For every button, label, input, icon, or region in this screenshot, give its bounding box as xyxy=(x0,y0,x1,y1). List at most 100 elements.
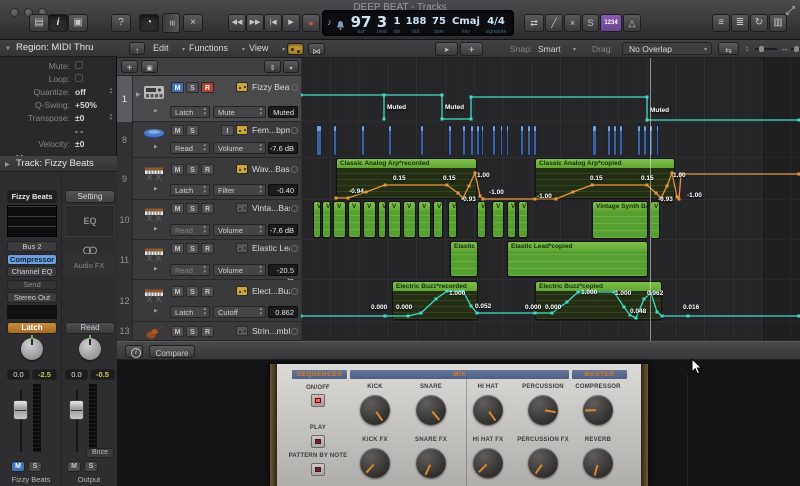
automation-mode-select[interactable]: Latch ▴ ▾ xyxy=(170,106,210,118)
midi-region[interactable]: Elastic Lead*copied xyxy=(507,241,648,277)
stop-button[interactable]: |◀ xyxy=(264,14,282,32)
audio-region-slice[interactable] xyxy=(619,125,623,156)
editors-button[interactable]: × xyxy=(183,14,203,32)
count-in-button[interactable]: 1234 xyxy=(600,14,622,32)
knob-compressor[interactable] xyxy=(583,395,613,425)
lane-disclosure-icon[interactable]: ▶ xyxy=(154,108,162,116)
stepper-icon[interactable]: ▴ ▾ xyxy=(108,113,114,123)
setting-button[interactable]: Setting xyxy=(65,190,115,203)
insert-slot-channel-eq[interactable]: Channel EQ xyxy=(7,266,57,277)
audio-region-slice[interactable] xyxy=(448,125,452,156)
automation-param-select[interactable]: Volume ▴ ▾ xyxy=(213,264,266,276)
pan-knob-track[interactable] xyxy=(21,335,43,360)
lane-disclosure-icon[interactable]: ▶ xyxy=(154,266,162,274)
info-button[interactable]: i xyxy=(125,345,143,358)
knob-reverb[interactable] xyxy=(583,448,613,478)
audio-region-slice[interactable] xyxy=(316,125,322,156)
mute-button[interactable]: M xyxy=(171,286,184,297)
metronome-button[interactable]: △ xyxy=(623,14,641,32)
track-on-indicator[interactable] xyxy=(291,245,298,252)
knob-kick[interactable] xyxy=(360,395,390,425)
play-button[interactable] xyxy=(311,435,325,448)
lane-disclosure-icon[interactable]: ▶ xyxy=(154,226,162,234)
vertical-zoom-slider[interactable] xyxy=(755,46,777,52)
horizontal-zoom-slider[interactable] xyxy=(791,46,800,52)
audio-region-slice[interactable] xyxy=(481,125,484,156)
midi-region[interactable]: V xyxy=(378,201,386,238)
record-enable-button[interactable]: R xyxy=(201,326,214,337)
automation-param-select[interactable]: Volume ▴ ▾ xyxy=(213,224,266,236)
region-param-checkbox[interactable] xyxy=(75,61,83,69)
note-pads-button[interactable]: ≣ xyxy=(731,14,749,32)
add-track-button[interactable]: + xyxy=(121,60,138,74)
arrange-area[interactable]: Classic Analog Arp*recorded Classic Analo… xyxy=(301,58,800,341)
send-empty-slot[interactable] xyxy=(7,305,57,319)
solo-button[interactable]: S xyxy=(186,164,199,175)
pan-value[interactable]: 0.0 xyxy=(7,369,30,380)
automation-mode-select[interactable]: Latch ▴ ▾ xyxy=(170,306,210,318)
region-param-value[interactable]: ±0 xyxy=(75,113,109,124)
midi-region[interactable]: Vintage Synth Bas xyxy=(592,201,648,239)
audio-region-slice[interactable] xyxy=(643,125,647,156)
automation-param-select[interactable]: Cutoff ▴ ▾ xyxy=(213,306,266,318)
audio-region-slice[interactable] xyxy=(527,125,531,156)
audio-region-slice[interactable] xyxy=(500,125,503,156)
lcd-display[interactable]: ♪ 97 bar 3 beat 1 div 188 tick 75 bpm Cmaj key 4/4 sig… xyxy=(322,10,514,36)
region-param-checkbox[interactable] xyxy=(75,74,83,82)
knob-snare[interactable] xyxy=(416,395,446,425)
midi-region[interactable]: V xyxy=(418,201,431,238)
track-header-row[interactable]: 9 M S R Wav...Bass ▶ Latch ▴ ▾ Filter ▴ ▾ -0.40 xyxy=(117,158,301,200)
mute-button[interactable]: M xyxy=(171,203,184,214)
midi-region[interactable]: V xyxy=(363,201,376,238)
pan-knob-output[interactable] xyxy=(79,335,101,360)
automation-mode-read[interactable]: Read xyxy=(65,322,115,334)
record-enable-button[interactable]: R xyxy=(201,286,214,297)
cycle-button[interactable]: ⇄ xyxy=(524,14,544,32)
library-button[interactable]: ▤ xyxy=(29,14,49,32)
drag-select[interactable]: No Overlap ▾ xyxy=(622,42,712,55)
mixer-button[interactable]: ≡ xyxy=(162,13,180,33)
solo-button-strip[interactable]: S xyxy=(28,461,42,472)
automation-mode-select[interactable]: Read ▴ ▾ xyxy=(170,264,210,276)
quick-help-button[interactable]: ? xyxy=(111,14,131,32)
menu-view[interactable]: View ▾ xyxy=(249,42,285,56)
pan-value-output[interactable]: 0.0 xyxy=(65,369,88,380)
midi-region[interactable]: Elastic L xyxy=(450,241,478,277)
toolbar-button[interactable]: ▣ xyxy=(68,14,88,32)
forward-button[interactable]: ▶▶ xyxy=(246,14,264,32)
apple-loops-button[interactable]: ↻ xyxy=(750,14,768,32)
audio-region-slice[interactable] xyxy=(607,125,611,156)
region-inspector-header[interactable]: ▼ Region: MIDI Thru xyxy=(0,40,117,57)
region-param-value[interactable]: - - xyxy=(75,126,109,137)
pointer-tool-button[interactable]: ➤ xyxy=(435,42,458,56)
audio-region-slice[interactable] xyxy=(333,125,337,156)
midi-region[interactable]: V xyxy=(313,201,321,238)
audio-region-slice[interactable] xyxy=(462,125,466,156)
track-header-row[interactable]: 13 MSR Strin...mble xyxy=(117,322,301,341)
track-header-row[interactable]: 12 MSR Elect...Buzz ▶ Latch▴▾Cutoff▴▾0.862 xyxy=(117,280,301,322)
solo-button-output[interactable]: S xyxy=(84,461,98,472)
playhead[interactable] xyxy=(650,58,651,341)
record-button[interactable]: ● xyxy=(302,14,320,32)
automation-mode-select[interactable]: Read ▴ ▾ xyxy=(170,224,210,236)
knob-percussion-fx[interactable] xyxy=(528,448,558,478)
midi-region[interactable]: V xyxy=(333,201,346,238)
midi-region[interactable]: V xyxy=(322,201,331,238)
record-enable-button[interactable]: R xyxy=(201,243,214,254)
fullscreen-icon[interactable] xyxy=(785,3,796,15)
browsers-button[interactable]: ▥ xyxy=(769,14,787,32)
volume-value[interactable]: -2.5 xyxy=(32,369,57,380)
audio-fx-slot[interactable]: Audio FX xyxy=(65,254,115,276)
eq-display-slot[interactable]: EQ xyxy=(65,205,115,237)
record-enable-button[interactable]: R xyxy=(201,82,214,93)
audio-region-slice[interactable] xyxy=(656,125,659,156)
midi-region[interactable]: V xyxy=(477,201,486,238)
pattern-by-note-button[interactable] xyxy=(311,463,325,476)
solo-button[interactable]: S xyxy=(186,125,199,136)
midi-region[interactable]: V xyxy=(348,201,361,238)
knob-percussion[interactable] xyxy=(528,395,558,425)
audio-region-slice[interactable] xyxy=(520,125,524,156)
mute-button-strip[interactable]: M xyxy=(11,461,25,472)
track-on-indicator[interactable] xyxy=(291,288,298,295)
volume-value-output[interactable]: -0.5 xyxy=(90,369,115,380)
